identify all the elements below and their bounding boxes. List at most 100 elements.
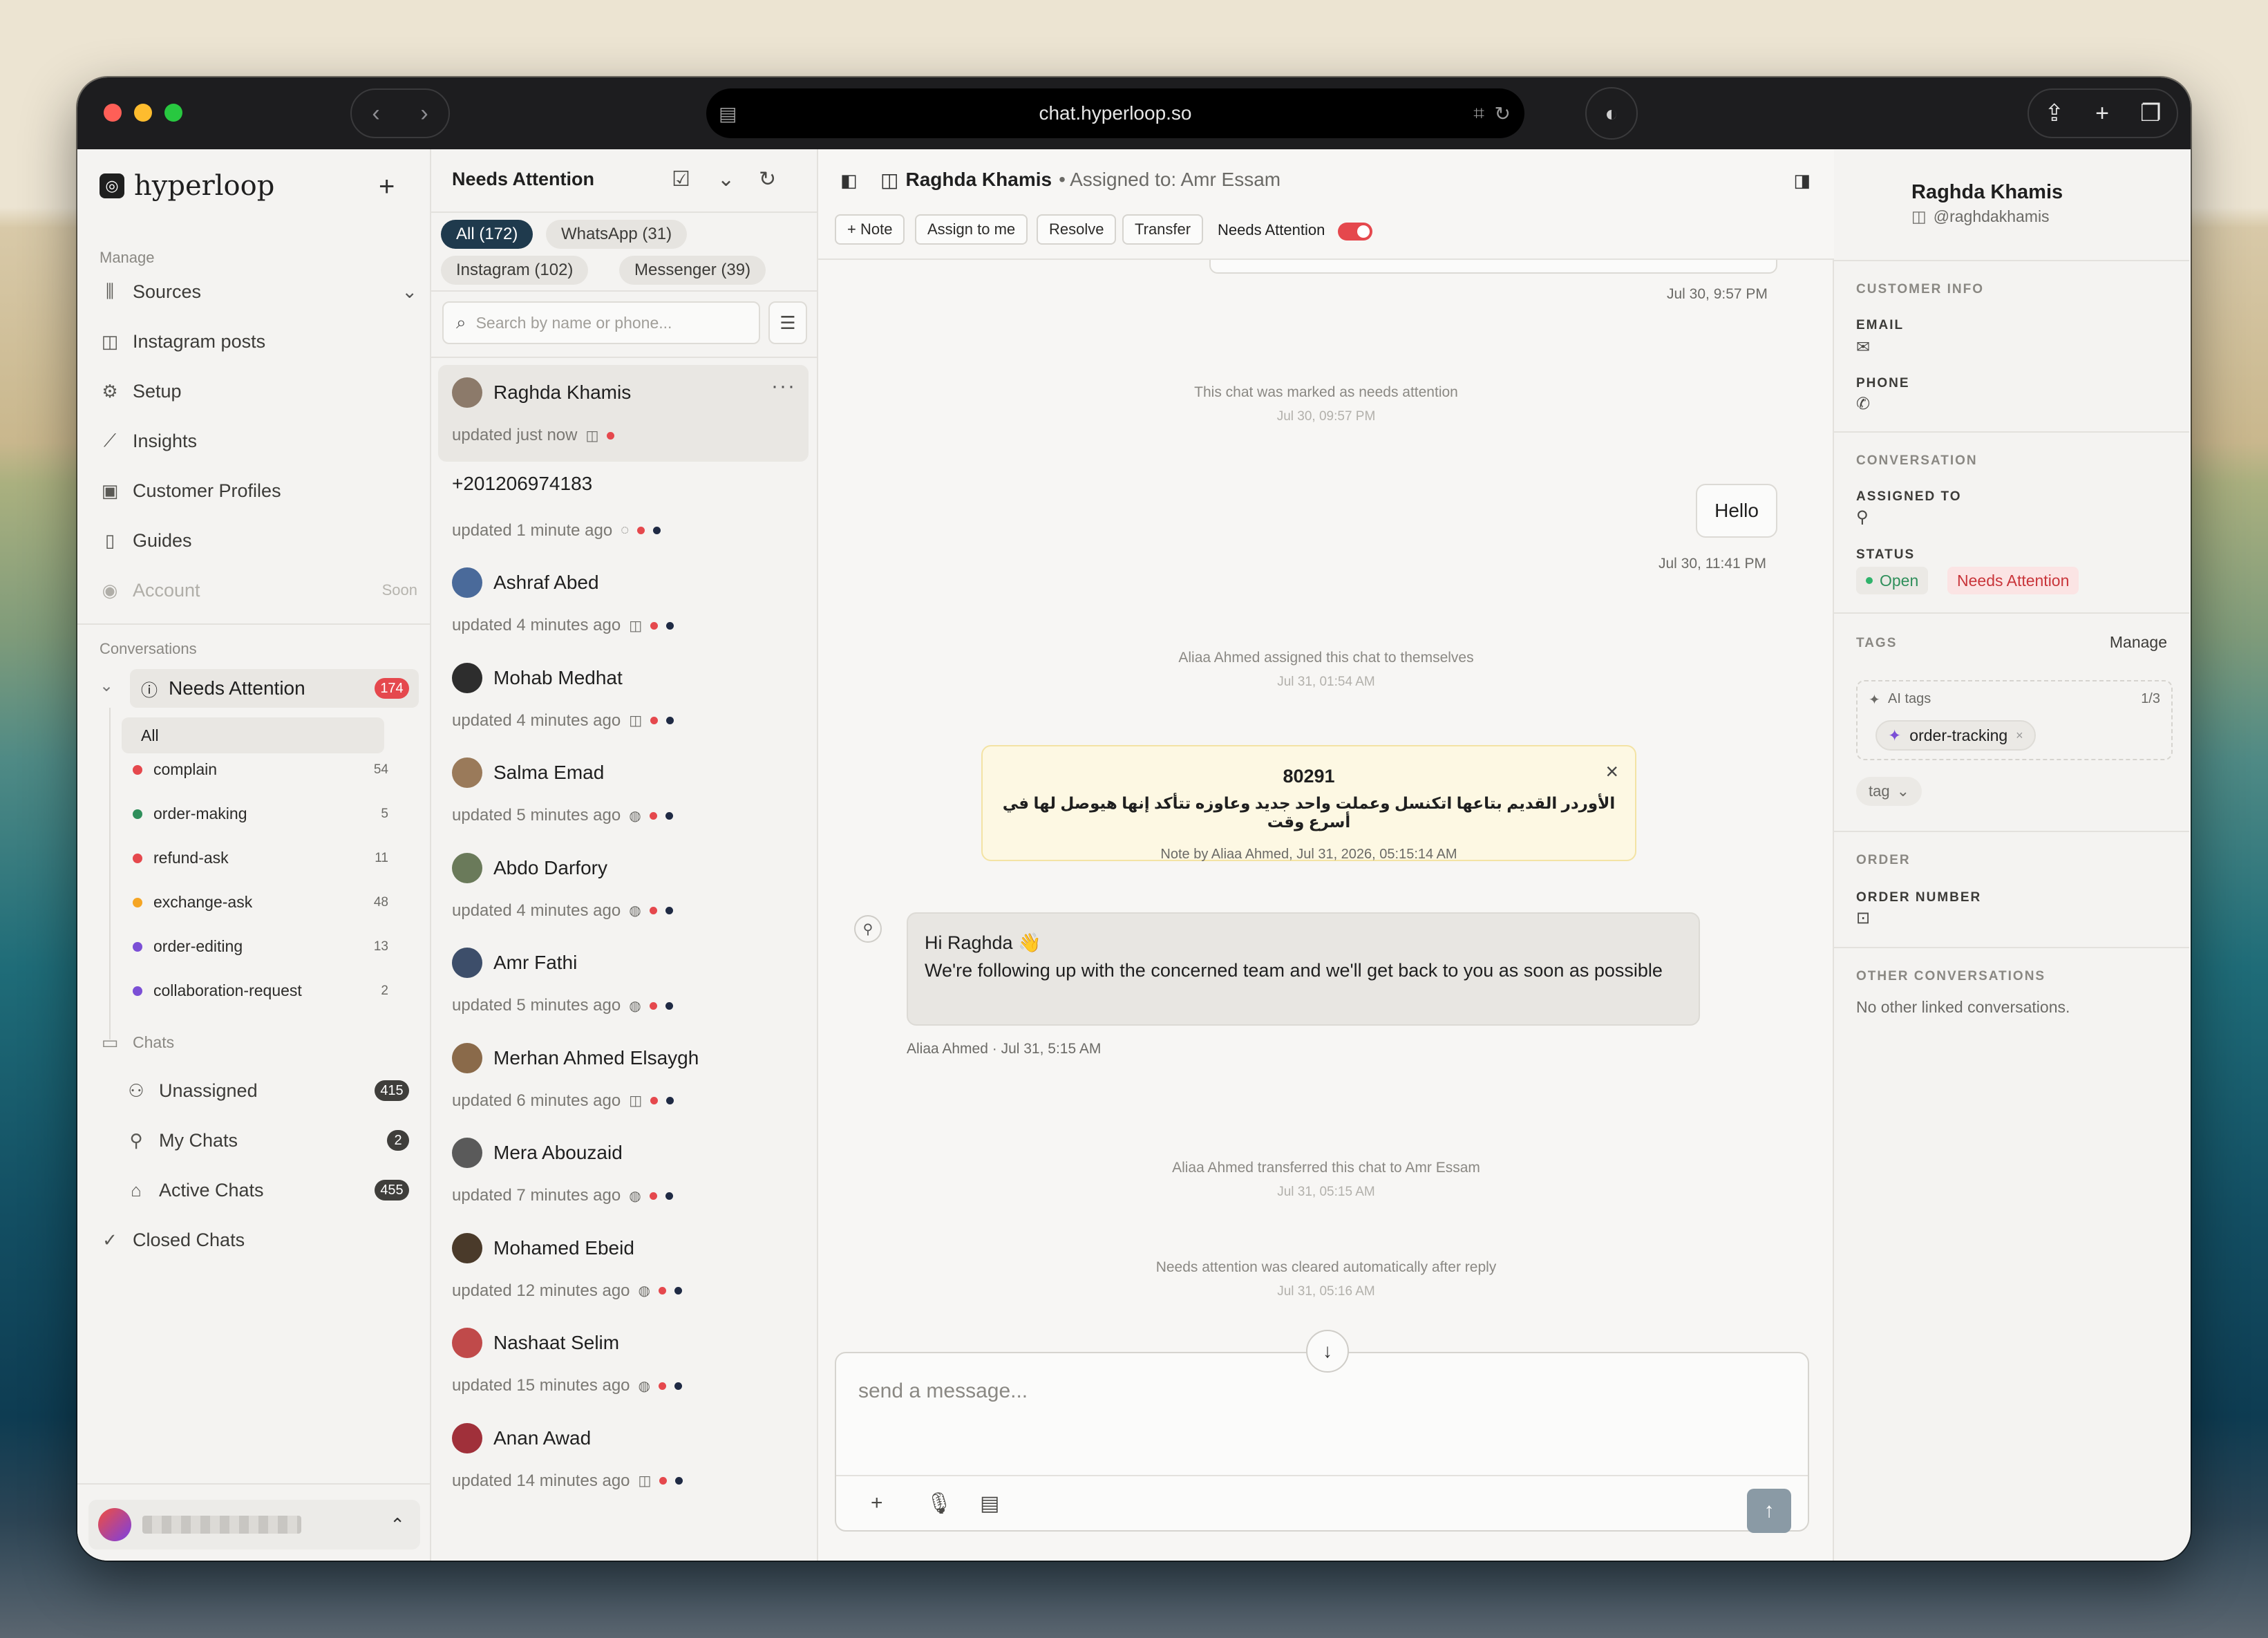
tag-item-refund-ask[interactable]: refund-ask 11 <box>133 849 388 867</box>
conversation-item[interactable]: Amr Fathi updated 5 minutes ago ◍ <box>438 935 809 1032</box>
panel-divider <box>1834 612 2189 614</box>
share-icon[interactable]: ⇪ <box>2045 100 2065 127</box>
filter-chip-messenger[interactable]: Messenger (39) <box>619 256 766 285</box>
privacy-shield-icon[interactable]: ◐ <box>1585 87 1638 140</box>
tag-color-dot <box>133 897 142 907</box>
conversation-item[interactable]: Mohamed Ebeid updated 12 minutes ago ◍ <box>438 1221 809 1317</box>
conversation-item[interactable]: +201206974183 updated 1 minute ago ◌ <box>438 460 809 557</box>
conversation-item[interactable]: Nashaat Selim updated 15 minutes ago ◍ <box>438 1315 809 1412</box>
tag-item-collaboration-request[interactable]: collaboration-request 2 <box>133 981 388 1000</box>
ai-tag-chip[interactable]: ✦ order-tracking × <box>1875 720 2036 751</box>
select-checkbox-icon[interactable]: ☑ <box>672 167 690 191</box>
refresh-icon[interactable]: ↻ <box>759 167 776 191</box>
mail-icon[interactable]: ✉ <box>1856 337 1870 357</box>
unread-dot <box>666 717 674 724</box>
tag-item-complain[interactable]: complain 54 <box>133 760 388 779</box>
note-order-number: 80291 <box>1283 766 1335 787</box>
chats-heading: ▭ Chats <box>100 1027 174 1057</box>
sidebar-item-active-chats[interactable]: ⌂ Active Chats 455 <box>126 1175 409 1205</box>
chevron-right-icon[interactable]: › <box>420 100 428 127</box>
canned-response-icon[interactable]: ▤ <box>980 1491 999 1516</box>
user-menu[interactable]: ⌃ <box>88 1500 420 1550</box>
more-options-icon[interactable]: ··· <box>771 375 796 398</box>
translate-icon[interactable]: ⌗ <box>1473 102 1484 125</box>
filter-icon[interactable]: ☰ <box>768 301 807 344</box>
sidebar-item-guides[interactable]: ▯ Guides <box>100 525 192 556</box>
sidebar-item-setup[interactable]: ⚙ Setup <box>100 376 181 406</box>
transfer-button[interactable]: Transfer <box>1122 214 1204 245</box>
sidebar-item-label: My Chats <box>159 1129 238 1151</box>
sidebar-item-insights[interactable]: ⟋ Insights <box>100 426 197 456</box>
order-bag-icon[interactable]: ⊡ <box>1856 908 1870 928</box>
sidebar-item-my-chats[interactable]: ⚲ My Chats 2 <box>126 1125 409 1156</box>
tag-item-exchange-ask[interactable]: exchange-ask 48 <box>133 893 388 912</box>
attach-plus-icon[interactable]: + <box>871 1491 883 1515</box>
sidebar-item-closed-chats[interactable]: ✓ Closed Chats <box>100 1225 245 1255</box>
sidebar-toggle-icon[interactable]: ◧ <box>840 170 858 191</box>
new-tab-icon[interactable]: + <box>2095 100 2109 127</box>
conversation-name-row: Mohab Medhat <box>452 662 623 693</box>
filter-chip-instagram[interactable]: Instagram (102) <box>441 256 589 285</box>
tag-item-order-making[interactable]: order-making 5 <box>133 804 388 823</box>
chevron-up-icon[interactable]: ⌃ <box>390 1514 405 1536</box>
conversation-meta: updated 1 minute ago ◌ <box>452 521 661 540</box>
sidebar-item-instagram-posts[interactable]: ◫ Instagram posts <box>100 326 265 357</box>
resolve-button[interactable]: Resolve <box>1037 214 1117 245</box>
note-text: الأوردر القديم بتاعها اتكنسل وعملت واحد … <box>1002 794 1616 831</box>
filter-chip-all[interactable]: All (172) <box>441 220 533 249</box>
avatar <box>452 1328 482 1358</box>
sidebar-item-customer-profiles[interactable]: ▣ Customer Profiles <box>100 476 281 506</box>
phone-icon[interactable]: ✆ <box>1856 394 1870 414</box>
filter-all[interactable]: All <box>122 717 384 753</box>
user-icon[interactable]: ⚲ <box>1856 507 1869 527</box>
search-input[interactable]: ⌕ Search by name or phone... <box>442 301 760 344</box>
close-window-button[interactable] <box>104 104 122 122</box>
filter-chip-whatsapp[interactable]: WhatsApp (31) <box>546 220 688 249</box>
message-composer[interactable]: send a message... + 🎙 ▤ ↑ <box>835 1352 1809 1533</box>
conversation-item[interactable]: Raghda Khamis updated just now ◫ ··· <box>438 365 809 462</box>
conversation-item[interactable]: Abdo Darfory updated 4 minutes ago ◍ <box>438 840 809 937</box>
panel-toggle-icon[interactable]: ◨ <box>1793 170 1811 191</box>
instagram-icon: ◫ <box>638 1474 652 1489</box>
conversation-item[interactable]: Anan Awad updated 14 minutes ago ◫ <box>438 1411 809 1507</box>
chevron-left-icon[interactable]: ‹ <box>372 100 379 127</box>
chevron-down-icon[interactable]: ⌄ <box>717 167 735 191</box>
conversation-meta: updated 5 minutes ago ◍ <box>452 996 673 1015</box>
sidebar-item-needs-attention[interactable]: ⓘ Needs Attention 174 <box>130 669 419 708</box>
conversation-name: Salma Emad <box>493 762 605 783</box>
close-icon[interactable]: × <box>1605 759 1618 784</box>
sidebar-item-unassigned[interactable]: ⚇ Unassigned 415 <box>126 1075 409 1106</box>
conversation-item[interactable]: Ashraf Abed updated 4 minutes ago ◫ <box>438 555 809 652</box>
conversation-item[interactable]: Mohab Medhat updated 4 minutes ago ◫ <box>438 650 809 747</box>
tag-item-order-editing[interactable]: order-editing 13 <box>133 937 388 956</box>
reload-icon[interactable]: ↻ <box>1495 102 1511 125</box>
assign-to-me-button[interactable]: Assign to me <box>915 214 1028 245</box>
conversation-item[interactable]: Merhan Ahmed Elsaygh updated 6 minutes ag… <box>438 1030 809 1127</box>
conversation-item[interactable]: Salma Emad updated 5 minutes ago ◍ <box>438 745 809 842</box>
send-button[interactable]: ↑ <box>1747 1489 1791 1533</box>
status-open-badge[interactable]: Open <box>1856 567 1929 594</box>
minimize-window-button[interactable] <box>134 104 152 122</box>
scroll-down-button[interactable]: ↓ <box>1306 1330 1349 1373</box>
tabs-icon[interactable]: ❐ <box>2140 100 2161 127</box>
maximize-window-button[interactable] <box>164 104 182 122</box>
close-icon[interactable]: × <box>2016 728 2023 743</box>
message-meta: Aliaa Ahmed · Jul 31, 5:15 AM <box>907 1041 1102 1057</box>
add-note-button[interactable]: + Note <box>835 214 905 245</box>
conversation-name-row: Salma Emad <box>452 757 604 788</box>
add-icon[interactable]: + <box>379 171 395 203</box>
tab-overview-icon[interactable]: ▤ <box>719 102 737 125</box>
conversation-item[interactable]: Mera Abouzaid updated 7 minutes ago ◍ <box>438 1125 809 1222</box>
sidebar-item-label: Customer Profiles <box>133 480 281 501</box>
address-bar[interactable]: ▤ chat.hyperloop.so ⌗ ↻ <box>706 88 1524 138</box>
sidebar-item-sources[interactable]: ⫼ Sources ⌄ <box>100 276 417 307</box>
customer-handle[interactable]: ◫ @raghdakhamis <box>1911 207 2050 226</box>
manage-tags-link[interactable]: Manage <box>2110 633 2167 652</box>
brand-logo[interactable]: ◎ hyperloop <box>100 170 274 202</box>
chevron-down-icon[interactable]: ⌄ <box>100 676 113 696</box>
microphone-icon[interactable]: 🎙 <box>926 1491 952 1516</box>
needs-attention-toggle[interactable] <box>1338 223 1372 241</box>
note-author: Note by Aliaa Ahmed, Jul 31, 2026, 05:15… <box>1160 847 1457 862</box>
chevron-down-icon[interactable]: ⌄ <box>401 281 417 303</box>
tag-select[interactable]: tag ⌄ <box>1856 777 1922 806</box>
